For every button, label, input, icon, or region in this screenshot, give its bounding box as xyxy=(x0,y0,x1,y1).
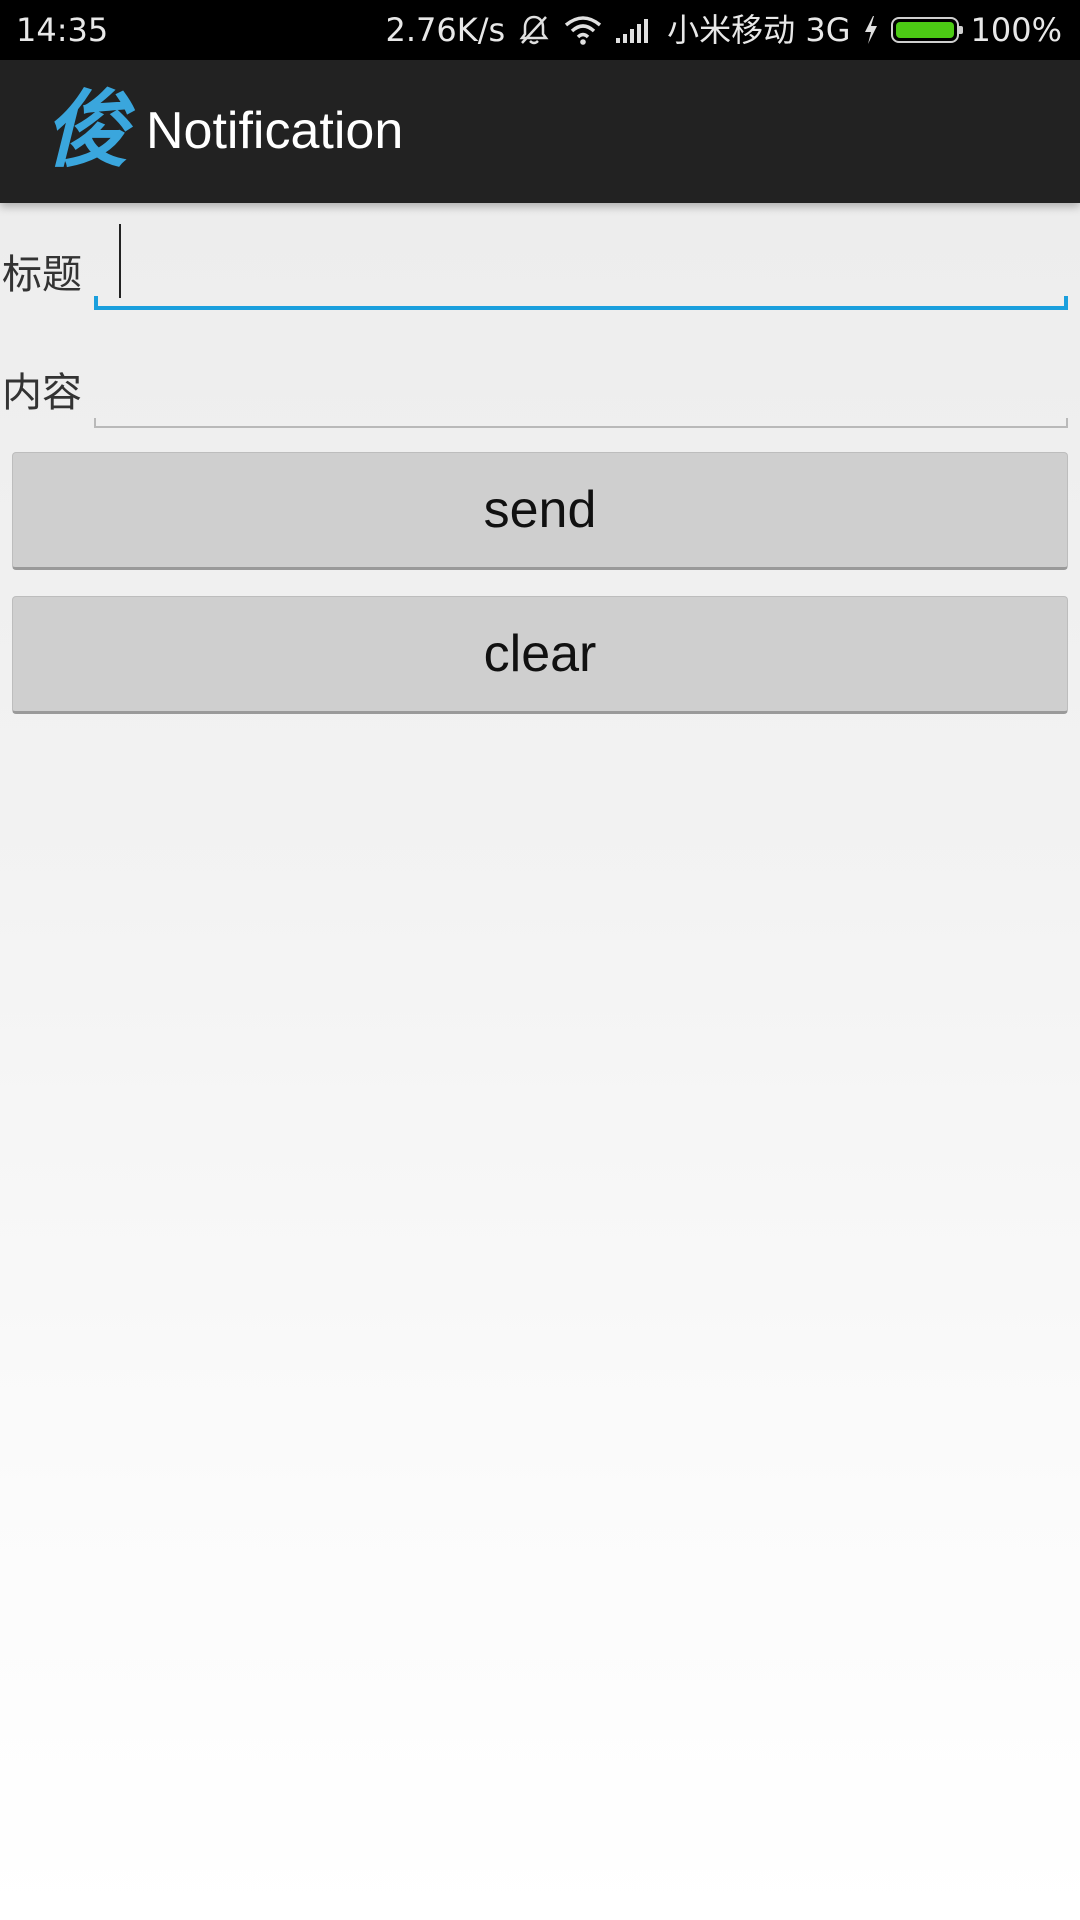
title-input[interactable] xyxy=(96,224,1068,296)
content-label: 内容 xyxy=(2,370,82,416)
title-label: 标题 xyxy=(2,252,82,298)
signal-icon xyxy=(615,16,655,44)
page-title: Notification xyxy=(146,102,404,160)
title-row: 标题 xyxy=(0,210,1080,320)
charging-icon xyxy=(863,15,879,45)
alarm-muted-icon xyxy=(517,13,551,47)
battery-icon xyxy=(890,17,963,43)
text-cursor xyxy=(119,224,121,298)
content-input-underline xyxy=(94,418,1068,428)
action-bar: 俊 Notification xyxy=(0,60,1080,203)
app-logo-icon: 俊 xyxy=(44,80,129,179)
battery-percent: 100% xyxy=(970,11,1062,49)
carrier-name: 小米移动 3G xyxy=(667,11,851,49)
network-speed: 2.76K/s xyxy=(385,11,506,49)
content-row: 内容 xyxy=(0,330,1080,440)
status-time: 14:35 xyxy=(16,11,109,49)
status-bar: 14:35 2.76K/s 小米移动 3G 100% xyxy=(0,0,1080,60)
wifi-icon xyxy=(563,15,603,45)
send-button[interactable]: send xyxy=(12,452,1068,570)
content-input[interactable] xyxy=(96,344,1068,416)
battery-level xyxy=(895,22,954,38)
status-icons: 2.76K/s 小米移动 3G 100% xyxy=(385,0,1062,60)
title-input-underline xyxy=(94,296,1068,310)
clear-button[interactable]: clear xyxy=(12,596,1068,714)
